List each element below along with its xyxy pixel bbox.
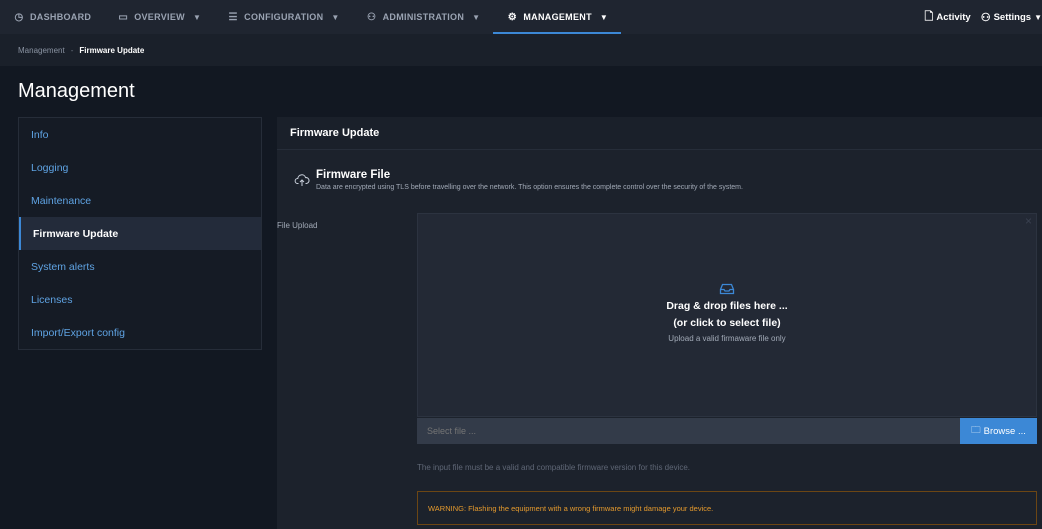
sidebar-item-logging[interactable]: Logging <box>19 151 261 184</box>
cloud-upload-icon <box>294 174 310 186</box>
nav-right-group: 🗋 Activity ⚇ Settings ▼ <box>925 0 1042 34</box>
user-icon: ⚇ <box>980 11 991 24</box>
nav-overview-label: OVERVIEW <box>134 12 185 22</box>
gear-icon: ⚙ <box>507 11 517 23</box>
settings-button[interactable]: ⚇ Settings ▼ <box>981 11 1042 24</box>
nav-dashboard-label: DASHBOARD <box>30 12 92 22</box>
users-icon: ⚇ <box>366 11 377 23</box>
dropzone-line1: Drag & drop files here ... <box>666 300 788 312</box>
browse-label: Browse ... <box>983 425 1026 437</box>
nav-management[interactable]: ⚙ MANAGEMENT ▼ <box>493 0 622 34</box>
file-upload-label-text: File Upload <box>277 221 318 230</box>
warning-box: WARNING: Flashing the equipment with a w… <box>417 491 1037 525</box>
inbox-icon <box>719 283 735 295</box>
sidebar-item-import-export-config[interactable]: Import/Export config <box>19 316 261 349</box>
warning-text: WARNING: Flashing the equipment with a w… <box>428 503 714 513</box>
breadcrumb-parent[interactable]: Management <box>18 46 65 55</box>
activity-label: Activity <box>936 11 971 23</box>
page-title: Management <box>18 80 135 102</box>
caret-down-icon: ▼ <box>472 12 481 22</box>
firmware-update-panel: Firmware Update Firmware File Data are e… <box>277 117 1042 529</box>
caret-down-icon: ▼ <box>599 12 609 22</box>
sidebar-item-firmware-update[interactable]: Firmware Update <box>19 217 261 250</box>
top-navigation-bar: ◷ DASHBOARD ▭ OVERVIEW ▼ ☰ CONFIGURATION… <box>0 0 1042 34</box>
sidebar: Info Logging Maintenance Firmware Update… <box>18 117 262 350</box>
dropzone-content: Drag & drop files here ... (or click to … <box>418 282 1036 343</box>
activity-button[interactable]: 🗋 Activity <box>925 8 971 27</box>
sidebar-item-system-alerts[interactable]: System alerts <box>19 250 261 283</box>
nav-administration-label: ADMINISTRATION <box>382 12 465 22</box>
list-icon: ☰ <box>228 11 238 23</box>
monitor-icon: ▭ <box>118 11 129 23</box>
file-hint: The input file must be a valid and compa… <box>417 463 691 472</box>
sidebar-item-info[interactable]: Info <box>19 118 261 151</box>
nav-management-label: MANAGEMENT <box>523 12 592 22</box>
nav-configuration-label: CONFIGURATION <box>244 12 324 22</box>
browse-button[interactable]: 🗀 Browse ... <box>960 418 1037 444</box>
dashboard-icon: ◷ <box>14 11 24 23</box>
close-icon[interactable]: × <box>1025 214 1032 228</box>
section-description: Data are encrypted using TLS before trav… <box>316 184 743 191</box>
breadcrumb-separator: - <box>70 45 74 55</box>
nav-configuration[interactable]: ☰ CONFIGURATION ▼ <box>214 0 352 34</box>
settings-label: Settings <box>993 11 1032 23</box>
nav-administration[interactable]: ⚇ ADMINISTRATION ▼ <box>353 0 494 34</box>
folder-icon: 🗀 <box>971 425 981 436</box>
nav-overview[interactable]: ▭ OVERVIEW ▼ <box>104 0 214 34</box>
panel-header: Firmware Update <box>277 117 1042 150</box>
file-dropzone[interactable]: × Drag & drop files here ... (or click t… <box>417 213 1037 417</box>
document-icon: 🗋 <box>924 10 934 23</box>
caret-down-icon: ▼ <box>331 12 340 22</box>
breadcrumb: Management - Firmware Update <box>0 34 1042 66</box>
caret-down-icon: ▼ <box>192 12 202 22</box>
caret-down-icon: ▼ <box>1034 12 1042 22</box>
sidebar-item-licenses[interactable]: Licenses <box>19 283 261 316</box>
nav-dashboard[interactable]: ◷ DASHBOARD <box>0 0 104 34</box>
select-file-input[interactable] <box>417 418 960 444</box>
dropzone-line3: Upload a valid firmaware file only <box>668 334 786 343</box>
breadcrumb-current: Firmware Update <box>79 45 145 55</box>
section-title: Firmware File <box>316 169 391 181</box>
sidebar-item-maintenance[interactable]: Maintenance <box>19 184 261 217</box>
dropzone-line2: (or click to select file) <box>673 317 781 329</box>
